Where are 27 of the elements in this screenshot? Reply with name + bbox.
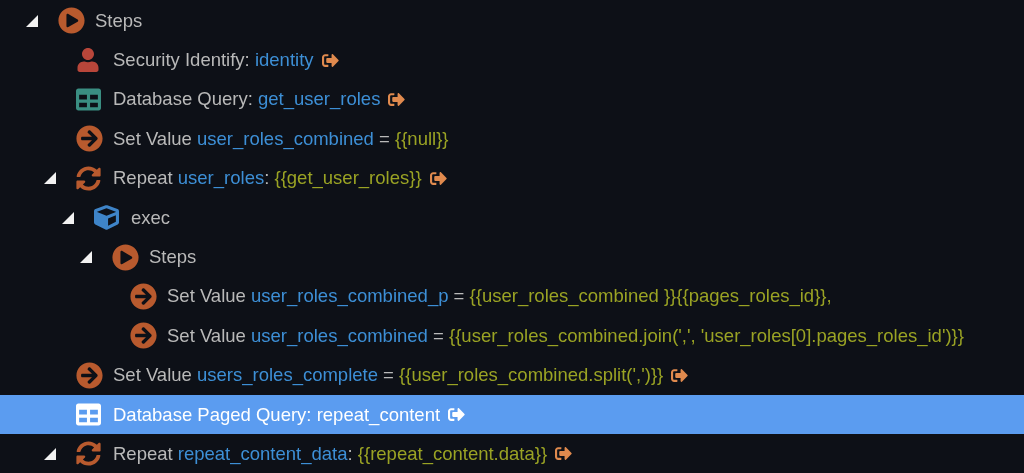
- cube-icon: [94, 205, 119, 231]
- exit-arrow-icon[interactable]: [429, 169, 447, 187]
- expanded-triangle-icon[interactable]: [44, 172, 56, 185]
- expanded-triangle-icon[interactable]: [80, 251, 92, 264]
- table-icon: [76, 402, 101, 428]
- node-label[interactable]: Security Identify: identity: [113, 49, 314, 72]
- node-label[interactable]: Steps: [95, 9, 143, 32]
- node-label[interactable]: Set Value user_roles_combined = {{null}}: [113, 127, 449, 150]
- exit-arrow-icon[interactable]: [671, 366, 689, 384]
- table-icon: [76, 86, 101, 112]
- cycle-arrows-icon: [76, 441, 101, 467]
- expanded-triangle-icon[interactable]: [26, 14, 38, 27]
- node-label[interactable]: Set Value user_roles_combined_p = {{user_roles_combined }}{{pages_roles_id}},: [167, 285, 832, 308]
- expanded-triangle-icon[interactable]: [62, 211, 74, 224]
- exit-arrow-icon[interactable]: [321, 51, 339, 69]
- node-label[interactable]: Database Query: get_user_roles: [113, 88, 381, 111]
- exit-arrow-icon[interactable]: [388, 90, 406, 108]
- node-label[interactable]: exec: [131, 206, 171, 229]
- user-icon: [76, 48, 100, 73]
- node-label[interactable]: Repeat repeat_content_data: {{repeat_content.data}}: [113, 443, 548, 465]
- exit-arrow-icon[interactable]: [555, 445, 573, 463]
- node-label[interactable]: Set Value users_roles_complete = {{user_roles_combined.split(',')}}: [113, 364, 664, 387]
- cycle-arrows-icon: [76, 165, 101, 191]
- node-label[interactable]: Steps: [149, 246, 197, 269]
- node-label[interactable]: Repeat user_roles: {{get_user_roles}}: [113, 167, 422, 190]
- expanded-triangle-icon[interactable]: [44, 448, 56, 460]
- node-label[interactable]: Set Value user_roles_combined = {{user_roles_combined.join(',', 'user_roles[0].pages_roles_id')}}: [167, 324, 964, 347]
